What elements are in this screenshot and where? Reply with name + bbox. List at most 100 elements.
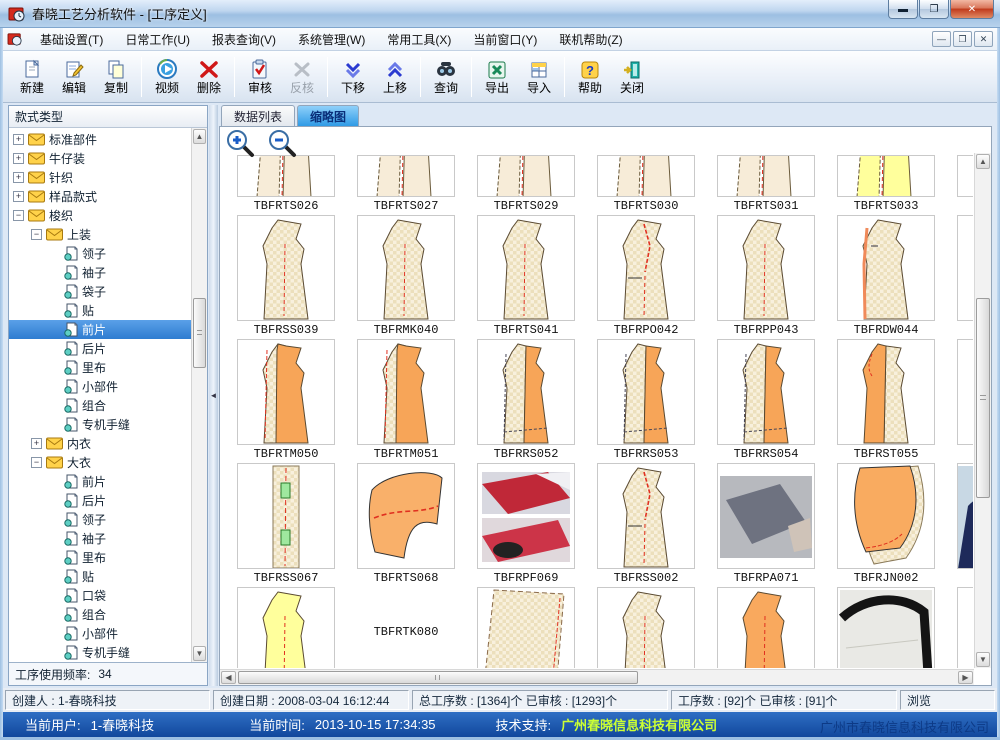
thumbnail-image[interactable] [237, 215, 335, 321]
tree-item-袋子[interactable]: 袋子 [9, 282, 191, 301]
audit-button[interactable]: 审核 [239, 54, 281, 100]
grid-horizontal-scrollbar[interactable]: ◀ ▶ [220, 669, 974, 685]
tree-item-领子[interactable]: 领子 [9, 244, 191, 263]
menu-item[interactable]: 基础设置(T) [29, 28, 114, 51]
thumbnail-cell[interactable]: TBFRRS054 [706, 339, 826, 463]
thumbnail-image[interactable] [237, 587, 335, 668]
menu-item[interactable]: 报表查询(V) [201, 28, 287, 51]
expand-plus-icon[interactable]: + [13, 191, 24, 202]
import-button[interactable]: 导入 [518, 54, 560, 100]
menu-item[interactable]: 联机帮助(Z) [548, 28, 633, 51]
thumbnail-image[interactable] [357, 155, 455, 197]
thumbnail-cell[interactable]: TBFRPF069 [466, 463, 586, 587]
thumbnail-cell[interactable]: TBFRSS002 [586, 463, 706, 587]
thumbnail-image[interactable] [957, 339, 973, 445]
thumbnail-cell[interactable]: TBFRTS026 [226, 155, 346, 215]
tree-item-小部件[interactable]: 小部件 [9, 377, 191, 396]
grid-scroll-left-icon[interactable]: ◀ [221, 671, 236, 684]
thumbnail-cell[interactable]: TBFRPP043 [706, 215, 826, 339]
tree-item-袖子[interactable]: 袖子 [9, 263, 191, 282]
tree-item-内衣[interactable]: +内衣 [9, 434, 191, 453]
thumbnail-cell[interactable]: TBFRTM050 [226, 339, 346, 463]
tree-item-专机手缝[interactable]: 专机手缝 [9, 643, 191, 662]
thumbnail-image[interactable] [717, 587, 815, 668]
thumbnail-cell[interactable]: TBFRTS031 [706, 155, 826, 215]
tree-item-专机手缝[interactable]: 专机手缝 [9, 415, 191, 434]
thumbnail-cell[interactable]: TBFRTS030 [586, 155, 706, 215]
tree-item-标准部件[interactable]: +标准部件 [9, 130, 191, 149]
thumbnail-cell[interactable]: TBFRST055 [826, 339, 946, 463]
thumbnail-image[interactable] [237, 339, 335, 445]
thumbnail-cell[interactable]: TBFRTS068 [346, 463, 466, 587]
tree-item-针织[interactable]: +针织 [9, 168, 191, 187]
help-button[interactable]: ?帮助 [569, 54, 611, 100]
thumbnail-image[interactable] [477, 463, 575, 569]
menu-item[interactable]: 当前窗口(Y) [462, 28, 548, 51]
thumbnail-cell[interactable]: TBFRTS041 [466, 215, 586, 339]
mdi-close-button[interactable]: ✕ [974, 31, 993, 47]
thumbnail-image[interactable]: TBFRTK080 [357, 587, 455, 668]
up-button[interactable]: 上移 [374, 54, 416, 100]
exit-button[interactable]: 关闭 [611, 54, 653, 100]
thumbnail-cell[interactable]: TBFRTM051 [346, 339, 466, 463]
thumbnail-image[interactable] [837, 215, 935, 321]
thumbnail-image[interactable] [957, 215, 973, 321]
mdi-minimize-button[interactable]: — [932, 31, 951, 47]
grid-hscroll-thumb[interactable] [238, 671, 638, 684]
thumbnail-image[interactable] [357, 339, 455, 445]
tab-缩略图[interactable]: 缩略图 [297, 105, 359, 126]
thumbnail-cell[interactable]: TBFRRS053 [586, 339, 706, 463]
zoom-in-icon[interactable] [226, 129, 256, 159]
thumbnail-cell[interactable] [946, 215, 973, 339]
export-button[interactable]: 导出 [476, 54, 518, 100]
edit-button[interactable]: 编辑 [53, 54, 95, 100]
panel-splitter[interactable]: ◄ [209, 105, 218, 686]
thumbnail-image[interactable] [237, 155, 335, 197]
thumbnail-cell[interactable] [946, 155, 973, 215]
thumbnail-cell[interactable]: TBFRTS029 [466, 155, 586, 215]
thumbnail-cell[interactable]: TBFRRS052 [466, 339, 586, 463]
down-button[interactable]: 下移 [332, 54, 374, 100]
expand-plus-icon[interactable]: + [13, 172, 24, 183]
expand-plus-icon[interactable]: + [31, 438, 42, 449]
expand-minus-icon[interactable]: − [13, 210, 24, 221]
tree-item-里布[interactable]: 里布 [9, 358, 191, 377]
thumbnail-image[interactable] [597, 463, 695, 569]
tree-item-上装[interactable]: −上装 [9, 225, 191, 244]
thumbnail-image[interactable] [597, 155, 695, 197]
tree-item-贴[interactable]: 贴 [9, 567, 191, 586]
thumbnail-image[interactable] [837, 155, 935, 197]
tree-item-梭织[interactable]: −梭织 [9, 206, 191, 225]
tree-item-后片[interactable]: 后片 [9, 491, 191, 510]
menu-item[interactable]: 常用工具(X) [376, 28, 462, 51]
tree-item-前片[interactable]: 前片 [9, 320, 191, 339]
zoom-out-icon[interactable] [268, 129, 298, 159]
thumbnail-image[interactable] [957, 155, 973, 197]
tree-scroll-up-icon[interactable]: ▲ [193, 129, 206, 144]
search-button[interactable]: 查询 [425, 54, 467, 100]
thumbnail-image[interactable] [237, 463, 335, 569]
thumbnail-image[interactable] [837, 339, 935, 445]
thumbnail-cell[interactable] [586, 587, 706, 668]
thumbnail-cell[interactable] [946, 339, 973, 463]
video-button[interactable]: 视频 [146, 54, 188, 100]
thumbnail-image[interactable] [477, 155, 575, 197]
thumbnail-image[interactable] [477, 339, 575, 445]
grid-vscroll-thumb[interactable] [976, 298, 990, 498]
tree-item-牛仔装[interactable]: +牛仔装 [9, 149, 191, 168]
mdi-restore-button[interactable]: ❐ [953, 31, 972, 47]
tree-scroll-down-icon[interactable]: ▼ [193, 646, 206, 661]
thumbnail-cell[interactable]: TBFRSS067 [226, 463, 346, 587]
thumbnail-cell[interactable]: TBFRPO042 [586, 215, 706, 339]
thumbnail-image[interactable] [357, 215, 455, 321]
thumbnail-image[interactable] [477, 587, 575, 668]
menu-item[interactable]: 系统管理(W) [287, 28, 376, 51]
thumbnail-cell[interactable] [826, 587, 946, 668]
thumbnail-image[interactable] [597, 339, 695, 445]
tree-item-后片[interactable]: 后片 [9, 339, 191, 358]
thumbnail-cell[interactable]: TBFRTK080 [346, 587, 466, 668]
thumbnail-cell[interactable] [946, 587, 973, 668]
thumbnail-image[interactable] [837, 587, 935, 668]
tree-item-贴[interactable]: 贴 [9, 301, 191, 320]
thumbnail-cell[interactable]: TBFRPA071 [706, 463, 826, 587]
